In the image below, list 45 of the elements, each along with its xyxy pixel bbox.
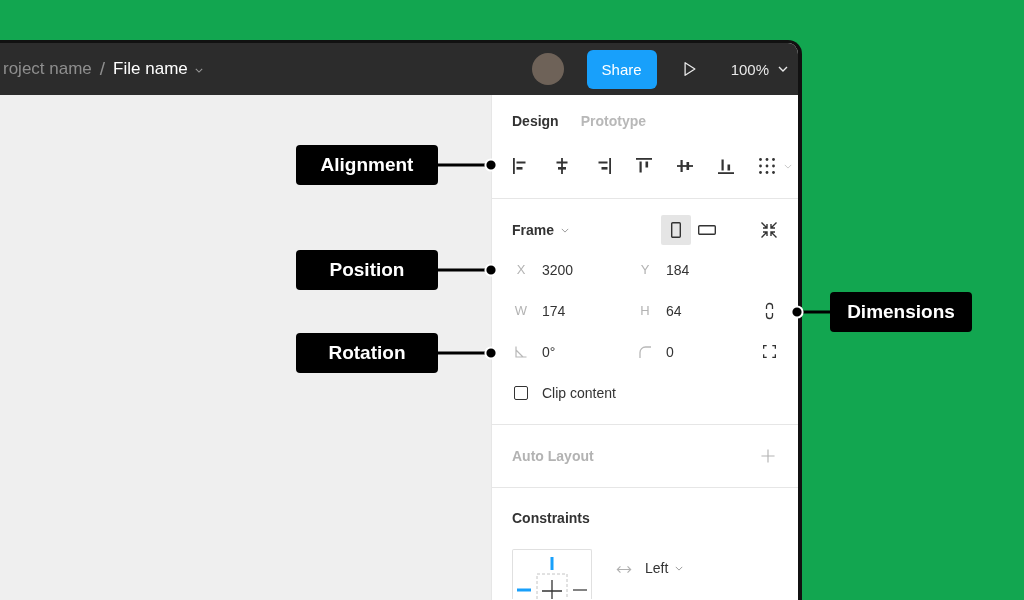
file-name-dropdown[interactable]: File name — [113, 59, 203, 79]
field-label: Y — [640, 262, 650, 277]
wide-rectangle-icon — [698, 225, 716, 235]
project-name[interactable]: roject name — [3, 59, 92, 79]
align-top-icon[interactable] — [635, 157, 653, 175]
number-field[interactable]: 0° — [542, 343, 556, 360]
chevron-down-icon — [675, 566, 684, 571]
corner-radius-icon — [639, 345, 651, 358]
dot-grid-icon[interactable] — [758, 157, 776, 175]
number-field[interactable]: 64 — [666, 302, 682, 319]
avatar — [531, 53, 564, 85]
number-field[interactable]: 3200 — [542, 261, 574, 278]
tall-rectangle-icon — [671, 222, 681, 238]
field-label: W — [514, 303, 528, 318]
align-vertical-centers-icon[interactable] — [676, 157, 694, 175]
number-field[interactable]: 174 — [542, 302, 566, 319]
breadcrumb-separator: / — [99, 58, 106, 80]
zoom-dropdown[interactable]: 100% — [730, 60, 788, 78]
corner-brackets-icon[interactable] — [762, 345, 776, 358]
shrink-arrows-icon[interactable] — [760, 221, 778, 239]
chevron-down-icon — [778, 66, 788, 72]
number-field[interactable]: 184 — [666, 261, 690, 278]
angle-icon — [515, 345, 527, 358]
crosshair-icon — [536, 573, 568, 599]
frame-dropdown[interactable]: Frame — [512, 222, 570, 238]
constraint-dropdown[interactable]: Left — [645, 560, 684, 576]
field-label: X — [516, 262, 526, 277]
checkbox[interactable] — [514, 385, 528, 400]
callout-label: Dimensions — [830, 292, 972, 332]
link-icon[interactable] — [764, 301, 774, 320]
field-label: H — [640, 303, 650, 318]
chevron-down-icon — [194, 67, 203, 73]
section-title: Constraints — [512, 509, 591, 527]
callout-label: Rotation — [296, 333, 438, 373]
play-icon[interactable] — [683, 61, 696, 77]
align-bottom-icon[interactable] — [717, 157, 735, 175]
callout-label: Alignment — [296, 145, 438, 185]
orientation-button[interactable] — [661, 215, 691, 245]
horizontal-arrows-icon — [616, 565, 632, 574]
callout-label: Position — [296, 250, 438, 290]
chevron-down-icon — [561, 228, 570, 233]
checkbox-label: Clip content — [542, 384, 616, 401]
number-field[interactable]: 0 — [666, 343, 674, 360]
tab[interactable]: Design — [512, 113, 559, 129]
section-title: Auto Layout — [512, 448, 594, 464]
